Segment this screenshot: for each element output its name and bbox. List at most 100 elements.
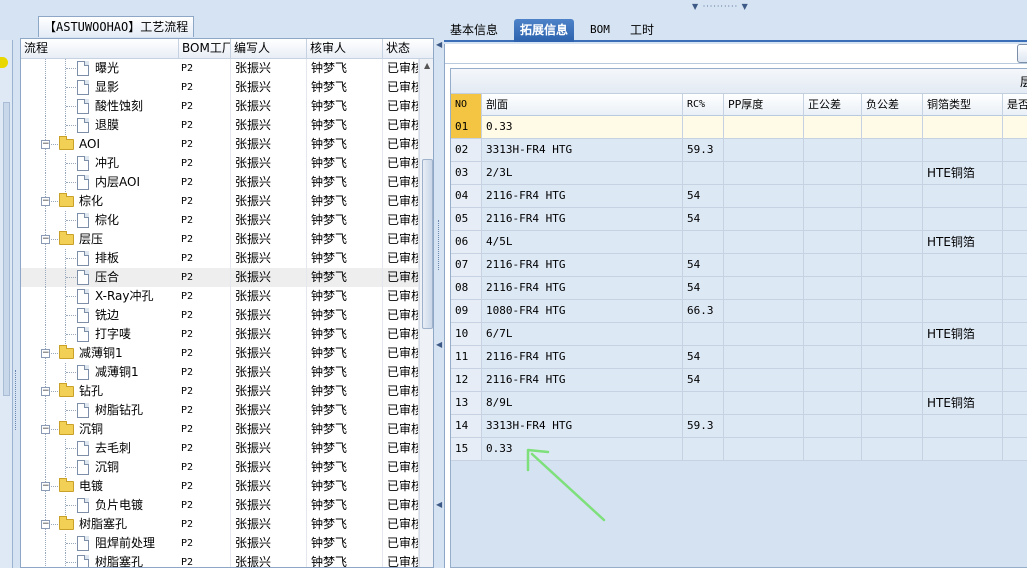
grid-cell-pp-thickness[interactable] [724, 208, 804, 230]
tab-bom[interactable]: BOM [584, 19, 616, 42]
col-header-writer[interactable]: 编写人 [231, 39, 307, 59]
grid-cell-no[interactable]: 13 [451, 392, 482, 414]
grid-cell-no[interactable]: 09 [451, 300, 482, 322]
grid-cell-no[interactable]: 08 [451, 277, 482, 299]
tab-work-hours[interactable]: 工时 [624, 19, 660, 42]
grid-cell-rc[interactable]: 54 [683, 277, 724, 299]
grid-cell-copper-type[interactable] [923, 277, 1003, 299]
grid-cell-minus-tolerance[interactable] [862, 185, 923, 207]
grid-cell-copper-type[interactable] [923, 438, 1003, 460]
grid-cell-no[interactable]: 02 [451, 139, 482, 161]
grid-cell-yes-no[interactable] [1003, 162, 1027, 184]
grid-cell-yes-no[interactable] [1003, 323, 1027, 345]
grid-cell-plus-tolerance[interactable] [804, 323, 862, 345]
col-header-yes-no[interactable]: 是否 [1003, 94, 1027, 116]
grid-cell-rc[interactable] [683, 392, 724, 414]
col-header-no[interactable]: NO [451, 94, 482, 116]
grid-cell-pp-thickness[interactable] [724, 139, 804, 161]
grid-cell-no[interactable]: 12 [451, 369, 482, 391]
grid-cell-plus-tolerance[interactable] [804, 116, 862, 138]
grid-cell-no[interactable]: 07 [451, 254, 482, 276]
collapse-left-icon[interactable]: ◀ [436, 40, 442, 49]
grid-cell-rc[interactable]: 66.3 [683, 300, 724, 322]
grid-cell-section[interactable]: 3313H-FR4 HTG [482, 415, 683, 437]
grid-cell-minus-tolerance[interactable] [862, 392, 923, 414]
collapse-icon[interactable]: − [41, 197, 50, 206]
grid-cell-no[interactable]: 10 [451, 323, 482, 345]
grid-cell-no[interactable]: 14 [451, 415, 482, 437]
tree-row[interactable]: − 棕化 P2张振兴钟梦飞已审核 [21, 192, 419, 211]
grid-cell-rc[interactable]: 54 [683, 254, 724, 276]
tree-row[interactable]: 显影 P2张振兴钟梦飞已审核 [21, 78, 419, 97]
grid-cell-section[interactable]: 2116-FR4 HTG [482, 369, 683, 391]
grid-cell-pp-thickness[interactable] [724, 438, 804, 460]
grid-cell-section[interactable]: 0.33 [482, 116, 683, 138]
col-header-pp-thickness[interactable]: PP厚度 [724, 94, 804, 116]
grid-cell-pp-thickness[interactable] [724, 185, 804, 207]
grid-cell-minus-tolerance[interactable] [862, 369, 923, 391]
grid-cell-rc[interactable]: 54 [683, 185, 724, 207]
grid-cell-pp-thickness[interactable] [724, 254, 804, 276]
col-header-section[interactable]: 剖面 [482, 94, 683, 116]
grid-row[interactable]: 14 3313H-FR4 HTG 59.3 [451, 415, 1027, 438]
col-header-process[interactable]: 流程 [21, 39, 179, 59]
left-splitter[interactable] [13, 40, 20, 568]
grid-cell-rc[interactable]: 54 [683, 208, 724, 230]
grid-cell-rc[interactable] [683, 438, 724, 460]
tree-row[interactable]: 树脂钻孔 P2张振兴钟梦飞已审核 [21, 401, 419, 420]
grid-cell-plus-tolerance[interactable] [804, 369, 862, 391]
grid-cell-yes-no[interactable] [1003, 208, 1027, 230]
col-header-copper-type[interactable]: 铜箔类型 [923, 94, 1003, 116]
grid-cell-yes-no[interactable] [1003, 369, 1027, 391]
tree-row[interactable]: 曝光 P2张振兴钟梦飞已审核 [21, 59, 419, 78]
grid-row[interactable]: 05 2116-FR4 HTG 54 [451, 208, 1027, 231]
grid-row[interactable]: 12 2116-FR4 HTG 54 [451, 369, 1027, 392]
grid-cell-yes-no[interactable] [1003, 346, 1027, 368]
grid-cell-yes-no[interactable] [1003, 300, 1027, 322]
tree-row[interactable]: 冲孔 P2张振兴钟梦飞已审核 [21, 154, 419, 173]
tree-row[interactable]: 打字唛 P2张振兴钟梦飞已审核 [21, 325, 419, 344]
grid-cell-section[interactable]: 2116-FR4 HTG [482, 277, 683, 299]
grid-cell-copper-type[interactable] [923, 415, 1003, 437]
col-header-status[interactable]: 状态 [383, 39, 433, 59]
grid-row[interactable]: 08 2116-FR4 HTG 54 [451, 277, 1027, 300]
grid-cell-pp-thickness[interactable] [724, 231, 804, 253]
tab-extended-info[interactable]: 拓展信息 [514, 19, 575, 42]
tree-row[interactable]: 退膜 P2张振兴钟梦飞已审核 [21, 116, 419, 135]
tree-row[interactable]: − AOI P2张振兴钟梦飞已审核 [21, 135, 419, 154]
grid-cell-rc[interactable] [683, 231, 724, 253]
tree-row[interactable]: 去毛刺 P2张振兴钟梦飞已审核 [21, 439, 419, 458]
grid-row[interactable]: 10 6/7L HTE铜箔 [451, 323, 1027, 346]
grid-cell-pp-thickness[interactable] [724, 392, 804, 414]
grid-cell-minus-tolerance[interactable] [862, 346, 923, 368]
tab-basic-info[interactable]: 基本信息 [444, 19, 504, 42]
collapse-icon[interactable]: − [41, 140, 50, 149]
grid-cell-copper-type[interactable] [923, 208, 1003, 230]
grid-cell-rc[interactable] [683, 162, 724, 184]
grid-cell-section[interactable]: 4/5L [482, 231, 683, 253]
grid-cell-plus-tolerance[interactable] [804, 139, 862, 161]
grid-cell-minus-tolerance[interactable] [862, 438, 923, 460]
grid-cell-rc[interactable] [683, 116, 724, 138]
grid-cell-plus-tolerance[interactable] [804, 277, 862, 299]
grid-cell-yes-no[interactable] [1003, 231, 1027, 253]
grid-cell-no[interactable]: 05 [451, 208, 482, 230]
grid-row[interactable]: 11 2116-FR4 HTG 54 [451, 346, 1027, 369]
grid-cell-pp-thickness[interactable] [724, 277, 804, 299]
grid-cell-copper-type[interactable] [923, 300, 1003, 322]
grid-cell-yes-no[interactable] [1003, 392, 1027, 414]
tree-row[interactable]: − 沉铜 P2张振兴钟梦飞已审核 [21, 420, 419, 439]
tree-row[interactable]: 沉铜 P2张振兴钟梦飞已审核 [21, 458, 419, 477]
tree-row[interactable]: 减薄铜1 P2张振兴钟梦飞已审核 [21, 363, 419, 382]
top-splitter-grip[interactable]: ▼ ·········· ▼ [692, 2, 749, 11]
grid-cell-section[interactable]: 2116-FR4 HTG [482, 346, 683, 368]
grid-cell-minus-tolerance[interactable] [862, 139, 923, 161]
grid-cell-copper-type[interactable] [923, 116, 1003, 138]
grid-cell-no[interactable]: 01 [451, 116, 482, 138]
grid-cell-section[interactable]: 3313H-FR4 HTG [482, 139, 683, 161]
grid-cell-no[interactable]: 06 [451, 231, 482, 253]
grid-cell-minus-tolerance[interactable] [862, 162, 923, 184]
tree-row[interactable]: 树脂塞孔 P2张振兴钟梦飞已审核 [21, 553, 419, 567]
tree-row[interactable]: 棕化 P2张振兴钟梦飞已审核 [21, 211, 419, 230]
col-header-bom[interactable]: BOM工厂 [179, 39, 231, 59]
